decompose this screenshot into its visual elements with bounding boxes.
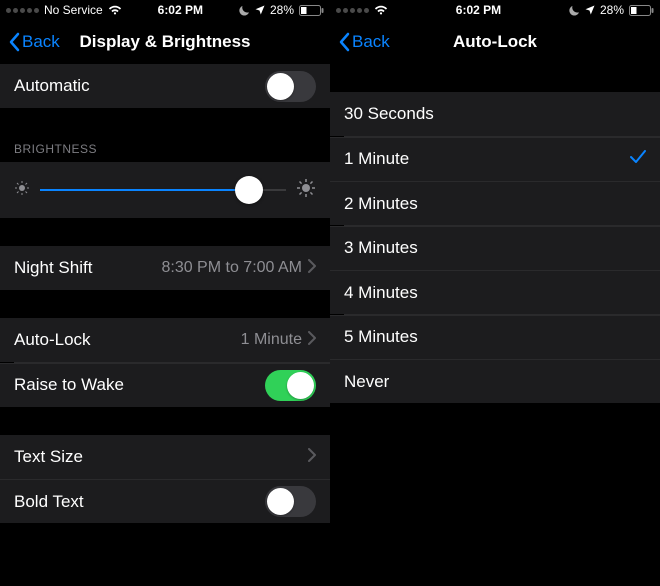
status-bar: No Service 6:02 PM 28% — [0, 0, 330, 20]
chevron-left-icon — [8, 32, 20, 52]
do-not-disturb-icon — [239, 5, 250, 16]
screen-display-brightness: No Service 6:02 PM 28% Back Display & Br… — [0, 0, 330, 586]
battery-icon — [629, 5, 654, 16]
row-bold-text[interactable]: Bold Text — [0, 479, 330, 523]
auto-lock-label: Auto-Lock — [14, 330, 241, 350]
raise-to-wake-label: Raise to Wake — [14, 375, 265, 395]
chevron-right-icon — [308, 258, 316, 278]
carrier-label: No Service — [44, 3, 103, 17]
option-label: 1 Minute — [344, 149, 630, 169]
status-right: 28% — [239, 3, 324, 17]
option-label: 4 Minutes — [344, 283, 646, 303]
status-left: No Service — [6, 3, 122, 17]
battery-icon — [299, 5, 324, 16]
status-left — [336, 5, 388, 15]
back-button[interactable]: Back — [8, 32, 60, 52]
signal-dots-icon — [6, 8, 39, 13]
automatic-label: Automatic — [14, 76, 265, 96]
bold-text-toggle[interactable] — [265, 486, 316, 517]
auto-lock-option[interactable]: Never — [330, 359, 660, 403]
text-size-label: Text Size — [14, 447, 308, 467]
wifi-icon — [108, 5, 122, 15]
wifi-icon — [374, 5, 388, 15]
back-label: Back — [22, 32, 60, 52]
sun-small-icon — [14, 180, 30, 201]
auto-lock-value: 1 Minute — [241, 331, 302, 349]
battery-percent: 28% — [270, 3, 294, 17]
night-shift-value: 8:30 PM to 7:00 AM — [161, 259, 302, 277]
option-label: 2 Minutes — [344, 194, 646, 214]
row-automatic[interactable]: Automatic — [0, 64, 330, 108]
location-icon — [585, 5, 595, 15]
row-night-shift[interactable]: Night Shift 8:30 PM to 7:00 AM — [0, 246, 330, 290]
auto-lock-option[interactable]: 5 Minutes — [330, 315, 660, 359]
auto-lock-option[interactable]: 4 Minutes — [330, 270, 660, 314]
auto-lock-options: 30 Seconds 1 Minute 2 Minutes 3 Minutes 4 Mi… — [330, 92, 660, 403]
auto-lock-option[interactable]: 3 Minutes — [330, 226, 660, 270]
night-shift-label: Night Shift — [14, 258, 161, 278]
option-label: 30 Seconds — [344, 104, 646, 124]
raise-to-wake-toggle[interactable] — [265, 370, 316, 401]
sun-large-icon — [296, 178, 316, 203]
brightness-header: BRIGHTNESS — [0, 136, 330, 162]
status-bar: 6:02 PM 28% — [330, 0, 660, 20]
brightness-slider[interactable] — [40, 175, 286, 205]
screen-auto-lock: 6:02 PM 28% Back Auto-Lock 30 Seconds 1 M… — [330, 0, 660, 586]
row-auto-lock[interactable]: Auto-Lock 1 Minute — [0, 318, 330, 362]
group-automatic: Automatic — [0, 64, 330, 108]
option-label: 5 Minutes — [344, 327, 646, 347]
bold-text-label: Bold Text — [14, 492, 265, 512]
auto-lock-option[interactable]: 1 Minute — [330, 137, 660, 181]
chevron-right-icon — [308, 330, 316, 350]
nav-bar: Back Display & Brightness — [0, 20, 330, 64]
option-label: Never — [344, 372, 646, 392]
back-button[interactable]: Back — [338, 32, 390, 52]
signal-dots-icon — [336, 8, 369, 13]
auto-lock-option[interactable]: 2 Minutes — [330, 181, 660, 225]
group-text: Text Size Bold Text — [0, 435, 330, 524]
group-brightness: BRIGHTNESS — [0, 136, 330, 218]
chevron-right-icon — [308, 447, 316, 467]
back-label: Back — [352, 32, 390, 52]
row-raise-to-wake[interactable]: Raise to Wake — [0, 363, 330, 407]
checkmark-icon — [630, 149, 646, 169]
option-label: 3 Minutes — [344, 238, 646, 258]
auto-lock-option[interactable]: 30 Seconds — [330, 92, 660, 136]
status-time: 6:02 PM — [122, 3, 239, 17]
row-text-size[interactable]: Text Size — [0, 435, 330, 479]
status-right: 28% — [569, 3, 654, 17]
do-not-disturb-icon — [569, 5, 580, 16]
automatic-toggle[interactable] — [265, 71, 316, 102]
chevron-left-icon — [338, 32, 350, 52]
location-icon — [255, 5, 265, 15]
battery-percent: 28% — [600, 3, 624, 17]
group-night-shift: Night Shift 8:30 PM to 7:00 AM — [0, 246, 330, 290]
brightness-slider-row — [0, 162, 330, 218]
nav-bar: Back Auto-Lock — [330, 20, 660, 64]
status-time: 6:02 PM — [388, 3, 569, 17]
group-lock-wake: Auto-Lock 1 Minute Raise to Wake — [0, 318, 330, 407]
